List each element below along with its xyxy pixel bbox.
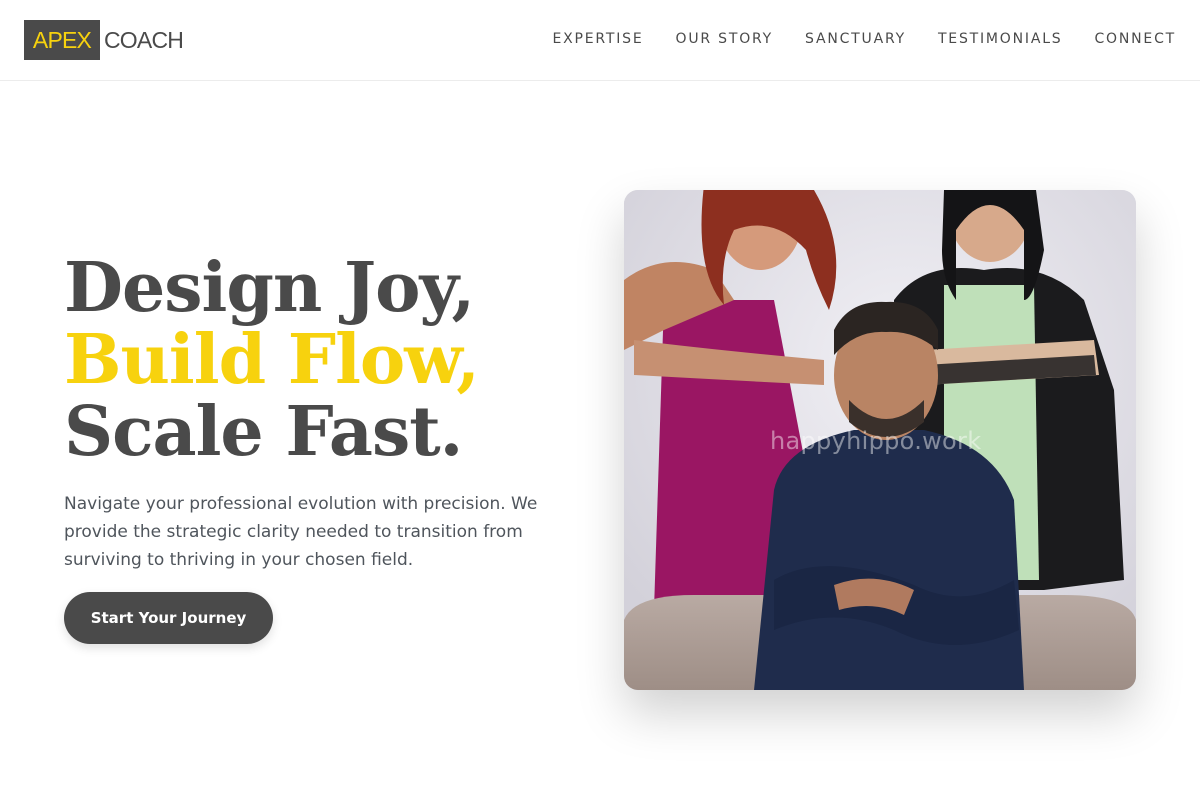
hero-title-line-2: Build Flow, <box>64 320 480 400</box>
nav-link-testimonials[interactable]: TESTIMONIALS <box>938 29 1063 49</box>
main-nav: EXPERTISE OUR STORY SANCTUARY TESTIMONIA… <box>552 29 1176 49</box>
photo-watermark: happyhippo.work <box>770 427 982 455</box>
team-photo: happyhippo.work <box>624 190 1136 690</box>
hero-title-line-1: Design Joy, <box>64 248 475 328</box>
start-journey-button[interactable]: Start Your Journey <box>64 592 273 644</box>
hero-description: Navigate your professional evolution wit… <box>64 494 538 570</box>
logo-mark: APEX <box>24 20 100 60</box>
hero-title-line-3: Scale Fast. <box>64 392 463 472</box>
logo-wordmark: COACH <box>104 27 184 53</box>
nav-link-sanctuary[interactable]: SANCTUARY <box>805 29 906 49</box>
hero-title: Design Joy, Build Flow, Scale Fast. <box>64 248 480 472</box>
brand-logo[interactable]: APEX COACH <box>24 20 184 60</box>
nav-link-expertise[interactable]: EXPERTISE <box>552 29 643 49</box>
site-header: APEX COACH EXPERTISE OUR STORY SANCTUARY… <box>0 0 1200 81</box>
nav-link-connect[interactable]: CONNECT <box>1094 29 1176 49</box>
nav-link-our-story[interactable]: OUR STORY <box>676 29 774 49</box>
